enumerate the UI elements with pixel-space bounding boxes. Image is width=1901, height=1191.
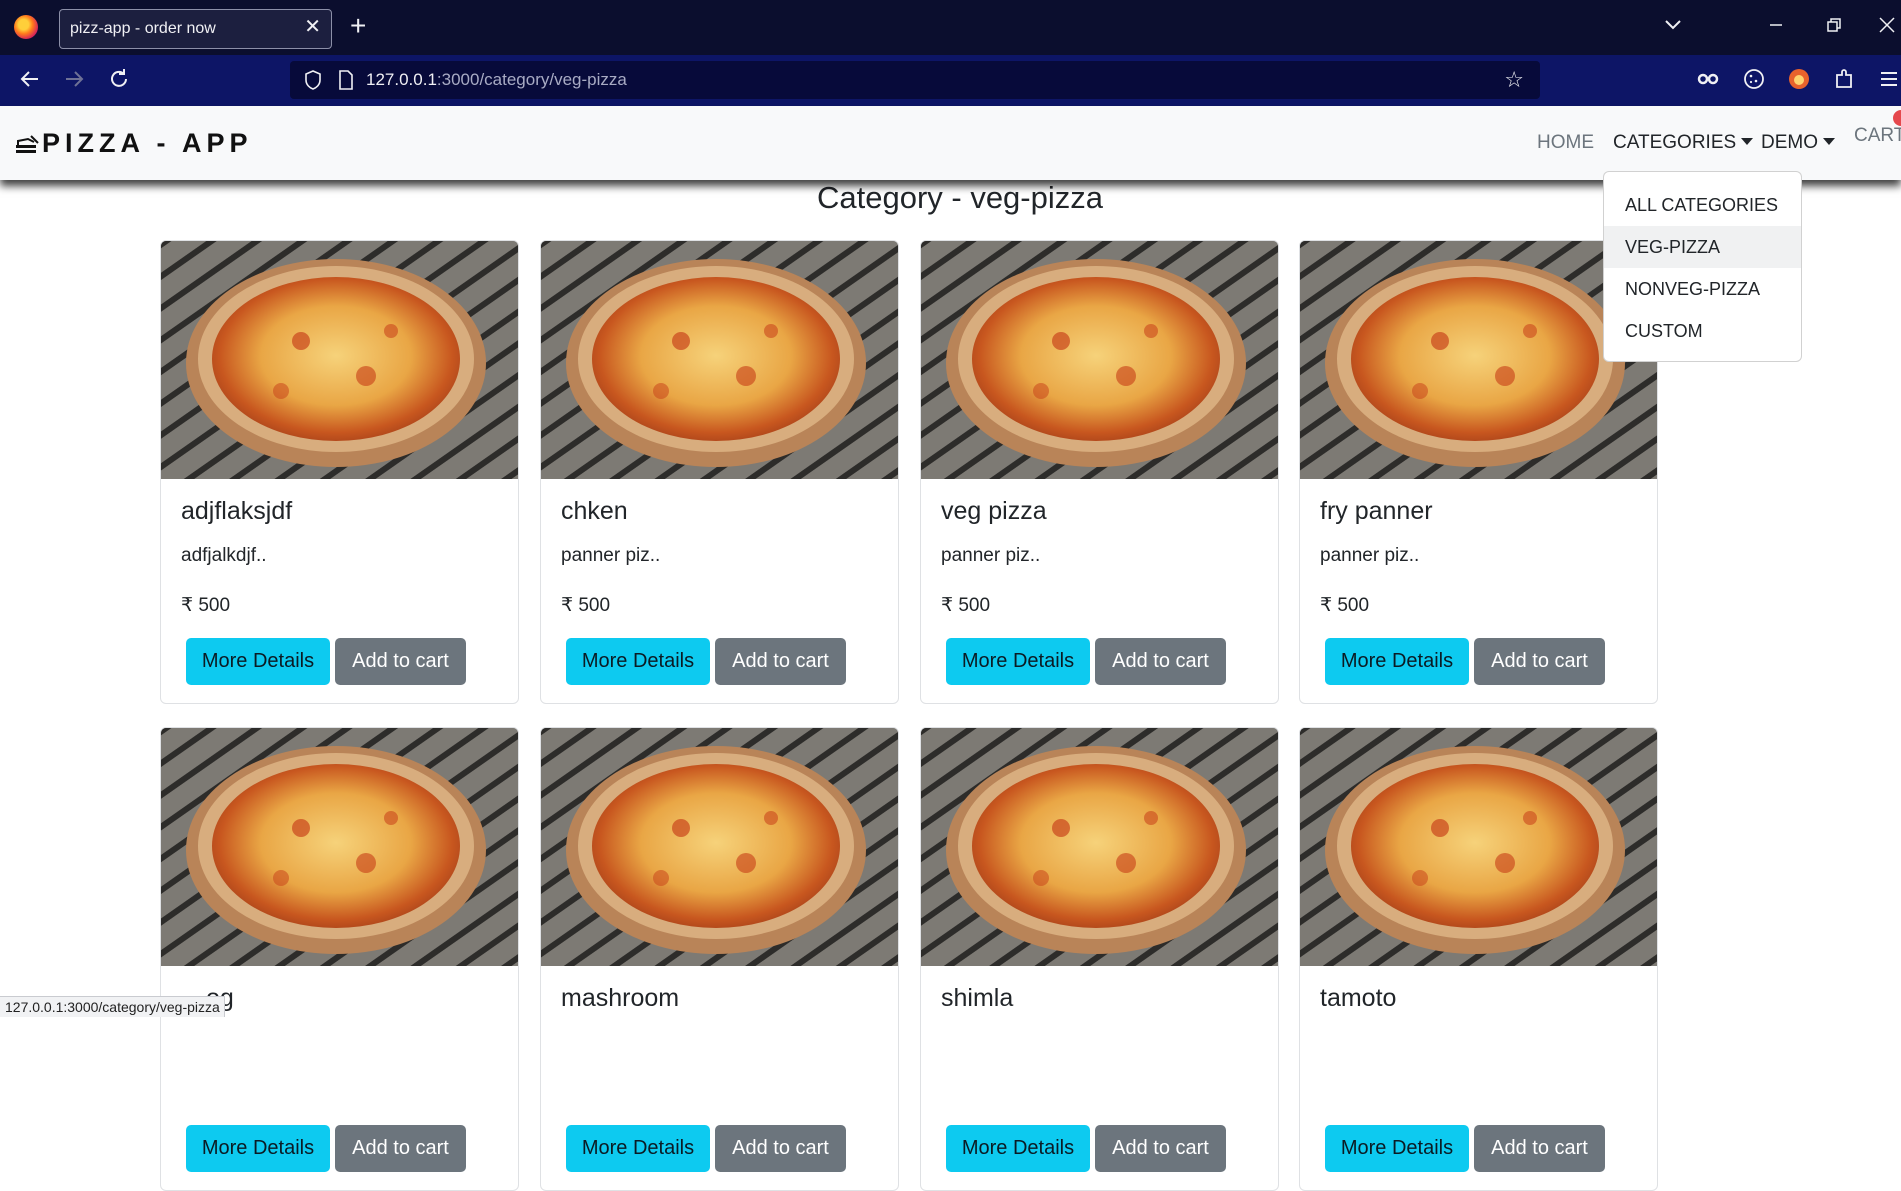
page-info-icon[interactable] — [338, 70, 354, 90]
product-card: veg pizza panner piz.. ₹ 500 More Detail… — [920, 240, 1279, 704]
tab-close-icon[interactable]: ✕ — [304, 17, 321, 37]
add-to-cart-button[interactable]: Add to cart — [1095, 1125, 1226, 1172]
browser-tab-strip: pizz-app - order now ✕ + — [0, 0, 1901, 55]
more-details-button[interactable]: More Details — [1325, 638, 1469, 685]
reload-icon[interactable] — [107, 67, 131, 91]
pizza-image — [921, 728, 1278, 966]
nav-home-link[interactable]: HOME — [1537, 132, 1594, 154]
product-card: adjflaksjdf adfjalkdjf.. ₹ 500 More Deta… — [160, 240, 519, 704]
link-status-tooltip: 127.0.0.1:3000/category/veg-pizza — [0, 996, 225, 1017]
add-to-cart-button[interactable]: Add to cart — [715, 638, 846, 685]
bookmark-star-icon[interactable]: ☆ — [1504, 67, 1524, 93]
product-image — [161, 728, 518, 966]
product-price: ₹ 500 — [1320, 595, 1370, 616]
product-description: panner piz.. — [561, 545, 661, 566]
url-text[interactable]: 127.0.0.1:3000/category/veg-pizza — [366, 70, 627, 90]
product-image — [1300, 728, 1657, 966]
product-name: fry panner — [1320, 497, 1433, 525]
categories-dropdown-menu: ALL CATEGORIES VEG-PIZZA NONVEG-PIZZA CU… — [1603, 171, 1802, 362]
product-name: shimla — [941, 984, 1014, 1012]
brand-text: PIZZA - APP — [42, 128, 253, 158]
product-description: panner piz.. — [1320, 545, 1420, 566]
browser-tab[interactable]: pizz-app - order now ✕ — [59, 9, 332, 49]
more-details-button[interactable]: More Details — [566, 1125, 710, 1172]
product-name: tamoto — [1320, 984, 1397, 1012]
more-details-button[interactable]: More Details — [186, 1125, 330, 1172]
product-card: mashroom More Details Add to cart — [540, 727, 899, 1191]
pizza-image — [161, 728, 518, 966]
pizza-image — [541, 728, 898, 966]
close-window-icon[interactable] — [1878, 14, 1896, 36]
product-image — [161, 241, 518, 479]
product-price: ₹ 500 — [941, 595, 991, 616]
add-to-cart-button[interactable]: Add to cart — [715, 1125, 846, 1172]
extension-fox-icon[interactable] — [1787, 67, 1811, 91]
browser-toolbar: 127.0.0.1:3000/category/veg-pizza ☆ — [0, 55, 1901, 106]
product-image — [541, 241, 898, 479]
url-path: :3000/category/veg-pizza — [436, 70, 627, 89]
product-card: …og More Details Add to cart — [160, 727, 519, 1191]
dropdown-item-custom[interactable]: CUSTOM — [1604, 310, 1801, 352]
nav-demo-label: DEMO — [1761, 132, 1818, 153]
site-navbar: PIZZA - APP HOME CATEGORIES DEMO CART — [0, 106, 1901, 180]
dropdown-item-all-categories[interactable]: ALL CATEGORIES — [1604, 184, 1801, 226]
pizza-box-logo-icon — [16, 134, 39, 153]
product-card: shimla More Details Add to cart — [920, 727, 1279, 1191]
pizza-image — [1300, 728, 1657, 966]
dropdown-item-nonveg-pizza[interactable]: NONVEG-PIZZA — [1604, 268, 1801, 310]
product-description: adfjalkdjf.. — [181, 545, 267, 566]
firefox-logo-icon — [14, 15, 38, 39]
back-arrow-icon[interactable] — [18, 67, 42, 91]
add-to-cart-button[interactable]: Add to cart — [1474, 638, 1605, 685]
forward-arrow-icon[interactable] — [62, 67, 86, 91]
minimize-icon[interactable] — [1768, 14, 1784, 36]
cookie-icon[interactable] — [1742, 67, 1766, 91]
url-host: 127.0.0.1 — [366, 70, 437, 89]
add-to-cart-button[interactable]: Add to cart — [1095, 638, 1226, 685]
product-name: adjflaksjdf — [181, 497, 293, 525]
product-image — [921, 728, 1278, 966]
nav-categories-label: CATEGORIES — [1613, 132, 1737, 153]
product-card: tamoto More Details Add to cart — [1299, 727, 1658, 1191]
pizza-image — [541, 241, 898, 479]
product-price: ₹ 500 — [181, 595, 231, 616]
product-name: veg pizza — [941, 497, 1047, 525]
product-price: ₹ 500 — [561, 595, 611, 616]
product-image — [541, 728, 898, 966]
new-tab-icon[interactable]: + — [350, 11, 366, 41]
extensions-puzzle-icon[interactable] — [1832, 67, 1856, 91]
product-image — [921, 241, 1278, 479]
more-details-button[interactable]: More Details — [186, 638, 330, 685]
caret-down-icon — [1741, 138, 1754, 145]
pizza-image — [161, 241, 518, 479]
product-description: panner piz.. — [941, 545, 1041, 566]
add-to-cart-button[interactable]: Add to cart — [1474, 1125, 1605, 1172]
more-details-button[interactable]: More Details — [1325, 1125, 1469, 1172]
dropdown-item-veg-pizza[interactable]: VEG-PIZZA — [1604, 226, 1801, 268]
nav-categories-dropdown[interactable]: CATEGORIES — [1613, 132, 1754, 154]
url-bar[interactable]: 127.0.0.1:3000/category/veg-pizza ☆ — [290, 61, 1540, 99]
more-details-button[interactable]: More Details — [946, 638, 1090, 685]
tab-list-chevron-icon[interactable] — [1662, 14, 1684, 36]
brand-link[interactable]: PIZZA - APP — [14, 128, 253, 159]
nav-cart-link[interactable]: CART — [1854, 125, 1901, 147]
add-to-cart-button[interactable]: Add to cart — [335, 638, 466, 685]
product-card: chken panner piz.. ₹ 500 More Details Ad… — [540, 240, 899, 704]
add-to-cart-button[interactable]: Add to cart — [335, 1125, 466, 1172]
app-menu-icon[interactable] — [1877, 67, 1901, 91]
caret-down-icon — [1823, 138, 1835, 145]
restore-icon[interactable] — [1826, 14, 1842, 36]
product-name: mashroom — [561, 984, 680, 1012]
pizza-image — [921, 241, 1278, 479]
nav-demo-dropdown[interactable]: DEMO — [1761, 132, 1835, 154]
tracking-shield-icon[interactable] — [304, 70, 322, 90]
product-name: chken — [561, 497, 628, 525]
incognito-mask-icon[interactable] — [1696, 67, 1720, 91]
more-details-button[interactable]: More Details — [946, 1125, 1090, 1172]
more-details-button[interactable]: More Details — [566, 638, 710, 685]
tab-title: pizz-app - order now — [70, 20, 216, 37]
